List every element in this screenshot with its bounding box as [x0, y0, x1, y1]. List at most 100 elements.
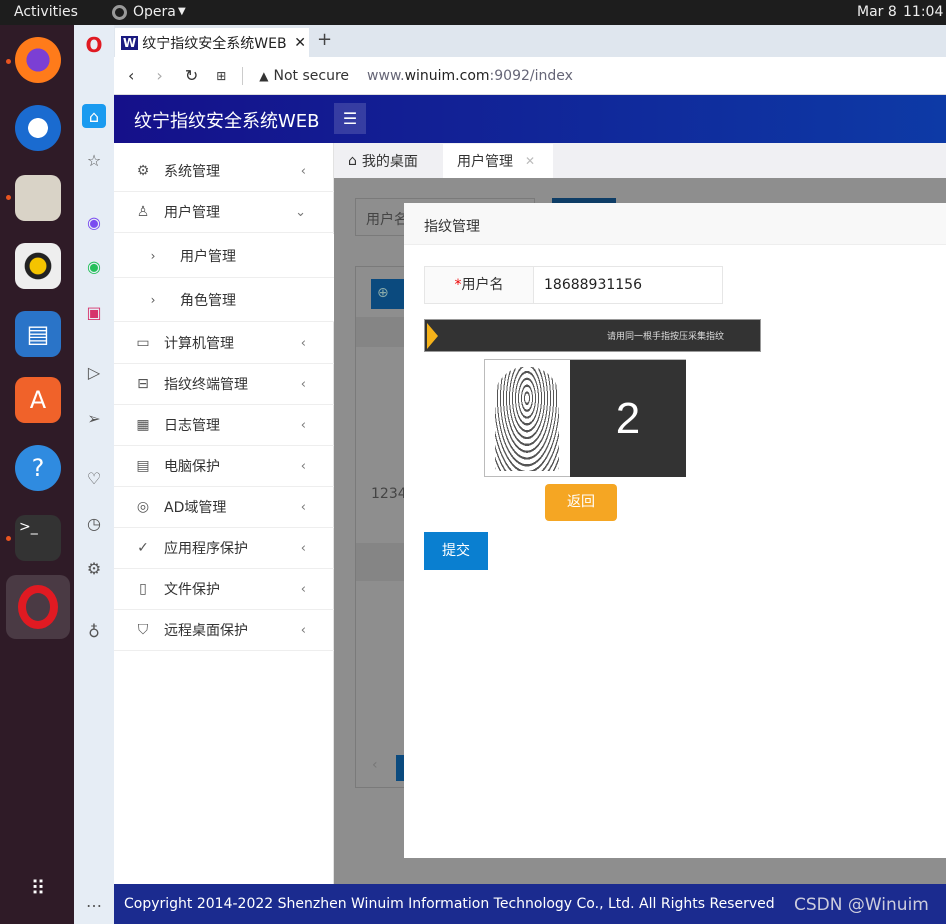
rhythmbox-icon[interactable]	[15, 243, 61, 289]
security-indicator[interactable]: Not secure	[274, 68, 350, 84]
content-tabs: ⌂ 我的桌面 用户管理 ✕	[334, 143, 946, 178]
chevron-icon: ‹	[300, 581, 306, 597]
fingerprint-capture: 2	[484, 359, 686, 477]
terminal-device-icon: ⊟	[137, 376, 149, 392]
clock[interactable]: 11:04	[903, 4, 943, 20]
sidebar-item[interactable]: ♙ 用户管理 ⌄	[114, 192, 334, 233]
opera-logo-icon[interactable]: O	[82, 33, 106, 57]
prev-page-icon[interactable]: ‹	[372, 757, 378, 773]
chevron-icon: ‹	[300, 417, 306, 433]
submit-button[interactable]: 提交	[424, 532, 488, 570]
browser-tab-bar: W 纹宁指纹安全系统WEB ✕ +	[114, 25, 946, 57]
app-header: 纹宁指纹安全系统WEB ☰	[114, 95, 946, 143]
sidebar-item-label: 日志管理	[164, 418, 220, 434]
opera-sidebar: O ⌂ ☆ ◉ ◉ ▣ ▷ ➢ ♡ ◷ ⚙ ♁ …	[74, 25, 114, 924]
sidebar-item[interactable]: ◎ AD域管理 ‹	[114, 487, 334, 528]
new-tab-icon[interactable]: +	[317, 29, 332, 50]
chevron-icon: ‹	[300, 376, 306, 392]
calendar-icon: ▦	[136, 417, 150, 433]
sidebar-item-label: 角色管理	[180, 292, 236, 309]
app-center-icon[interactable]: A	[15, 377, 61, 423]
shield-icon: ⛉	[137, 622, 149, 638]
warning-icon: ▲	[259, 68, 269, 83]
address-bar: ‹ › ↻ ⊞ ▲ Not secure www.winuim.com:9092…	[114, 57, 946, 95]
sidebar-item[interactable]: ⚙ 系统管理 ‹	[114, 151, 334, 192]
divider	[242, 66, 244, 85]
modal-title: 指纹管理	[404, 203, 946, 245]
tab-desktop[interactable]: ⌂ 我的桌面	[334, 143, 442, 178]
browser-tab[interactable]: W 纹宁指纹安全系统WEB ✕	[115, 28, 309, 57]
apps-grid-icon[interactable]: ⠿	[15, 865, 61, 911]
home-icon[interactable]: ⌂	[82, 104, 106, 128]
instagram-icon[interactable]: ▣	[82, 300, 106, 324]
sidebar-item[interactable]: ▦ 日志管理 ‹	[114, 405, 334, 446]
back-icon[interactable]: ‹	[128, 66, 134, 85]
sidebar-item[interactable]: ▤ 电脑保护 ‹	[114, 446, 334, 487]
opera-icon[interactable]	[6, 575, 70, 639]
close-icon[interactable]: ✕	[525, 154, 535, 168]
lightbulb-icon[interactable]: ♁	[82, 619, 106, 643]
username-label: *用户名	[425, 267, 534, 303]
date[interactable]: Mar 8	[857, 4, 897, 20]
menu-toggle-icon[interactable]: ☰	[334, 103, 366, 134]
tab-label: 我的桌面	[361, 153, 418, 170]
sidebar-item[interactable]: ▯ 文件保护 ‹	[114, 569, 334, 610]
back-button[interactable]: 返回	[545, 484, 617, 521]
sidebar-item[interactable]: ⊟ 指纹终端管理 ‹	[114, 364, 334, 405]
chevron-icon: ‹	[300, 499, 306, 515]
copyright-text: Copyright 2014-2022 Shenzhen Winuim Info…	[124, 896, 775, 912]
tabs-grid-icon[interactable]: ⊞	[216, 69, 226, 83]
url-field[interactable]: www.winuim.com:9092/index	[367, 68, 573, 84]
user-icon: ♙	[136, 204, 150, 220]
tab-label: 用户管理	[457, 154, 513, 170]
sidebar-item[interactable]: ✓ 应用程序保护 ‹	[114, 528, 334, 569]
sidebar-item-label: 用户管理	[164, 205, 220, 221]
caret-down-icon: ▼	[178, 6, 186, 17]
files-icon[interactable]	[15, 175, 61, 221]
whatsapp-icon[interactable]: ◉	[82, 254, 106, 278]
sidebar-item[interactable]: ▭ 计算机管理 ‹	[114, 323, 334, 364]
site-favicon: W	[121, 35, 139, 50]
sidebar-item-label: 计算机管理	[164, 336, 234, 352]
watermark: CSDN @Winuim	[794, 895, 929, 915]
terminal-icon[interactable]: >_	[15, 515, 61, 561]
star-icon[interactable]: ☆	[82, 148, 106, 172]
monitor-icon: ▭	[136, 335, 150, 351]
heart-icon[interactable]: ♡	[82, 466, 106, 490]
fingerprint-modal: 指纹管理 *用户名 18688931156 请用同一根手指按压采集指纹 2 返回…	[404, 203, 946, 858]
home-icon: ⌂	[348, 152, 357, 169]
activities-button[interactable]: Activities	[14, 4, 78, 20]
player-icon[interactable]: ▷	[82, 360, 106, 384]
sidebar-item-sub[interactable]: › 角色管理	[114, 278, 334, 322]
settings-icon[interactable]: ⚙	[82, 556, 106, 580]
send-icon[interactable]: ➢	[82, 406, 106, 430]
thunderbird-icon[interactable]	[15, 105, 61, 151]
chevron-right-icon: ›	[150, 292, 156, 307]
dashboard-icon: ▤	[136, 458, 150, 474]
messenger-icon[interactable]: ◉	[82, 210, 106, 234]
user-circle-icon: ◎	[136, 499, 150, 515]
history-icon[interactable]: ◷	[82, 511, 106, 535]
more-icon[interactable]: …	[82, 889, 106, 913]
tab-user-management[interactable]: 用户管理 ✕	[443, 144, 553, 178]
chevron-icon: ‹	[300, 163, 306, 179]
sidebar-item-label: 电脑保护	[164, 459, 220, 475]
forward-icon[interactable]: ›	[156, 66, 162, 85]
app-menu[interactable]: Opera	[133, 4, 176, 20]
arrow-icon	[427, 323, 438, 349]
sidebar-item-sub[interactable]: › 用户管理	[114, 234, 334, 278]
sidebar-item-label: 文件保护	[164, 582, 220, 598]
username-field[interactable]: 18688931156	[534, 267, 642, 303]
sidebar-item-label: 远程桌面保护	[164, 623, 248, 639]
help-icon[interactable]: ?	[15, 445, 61, 491]
gear-icon: ⚙	[136, 163, 150, 179]
chevron-right-icon: ›	[150, 248, 156, 263]
firefox-icon[interactable]	[15, 37, 61, 83]
footer: Copyright 2014-2022 Shenzhen Winuim Info…	[114, 884, 946, 924]
close-tab-icon[interactable]: ✕	[294, 35, 306, 51]
chevron-icon: ‹	[300, 540, 306, 556]
chevron-icon: ‹	[300, 335, 306, 351]
reload-icon[interactable]: ↻	[185, 66, 198, 85]
sidebar-item[interactable]: ⛉ 远程桌面保护 ‹	[114, 610, 334, 651]
writer-icon[interactable]: ▤	[15, 311, 61, 357]
